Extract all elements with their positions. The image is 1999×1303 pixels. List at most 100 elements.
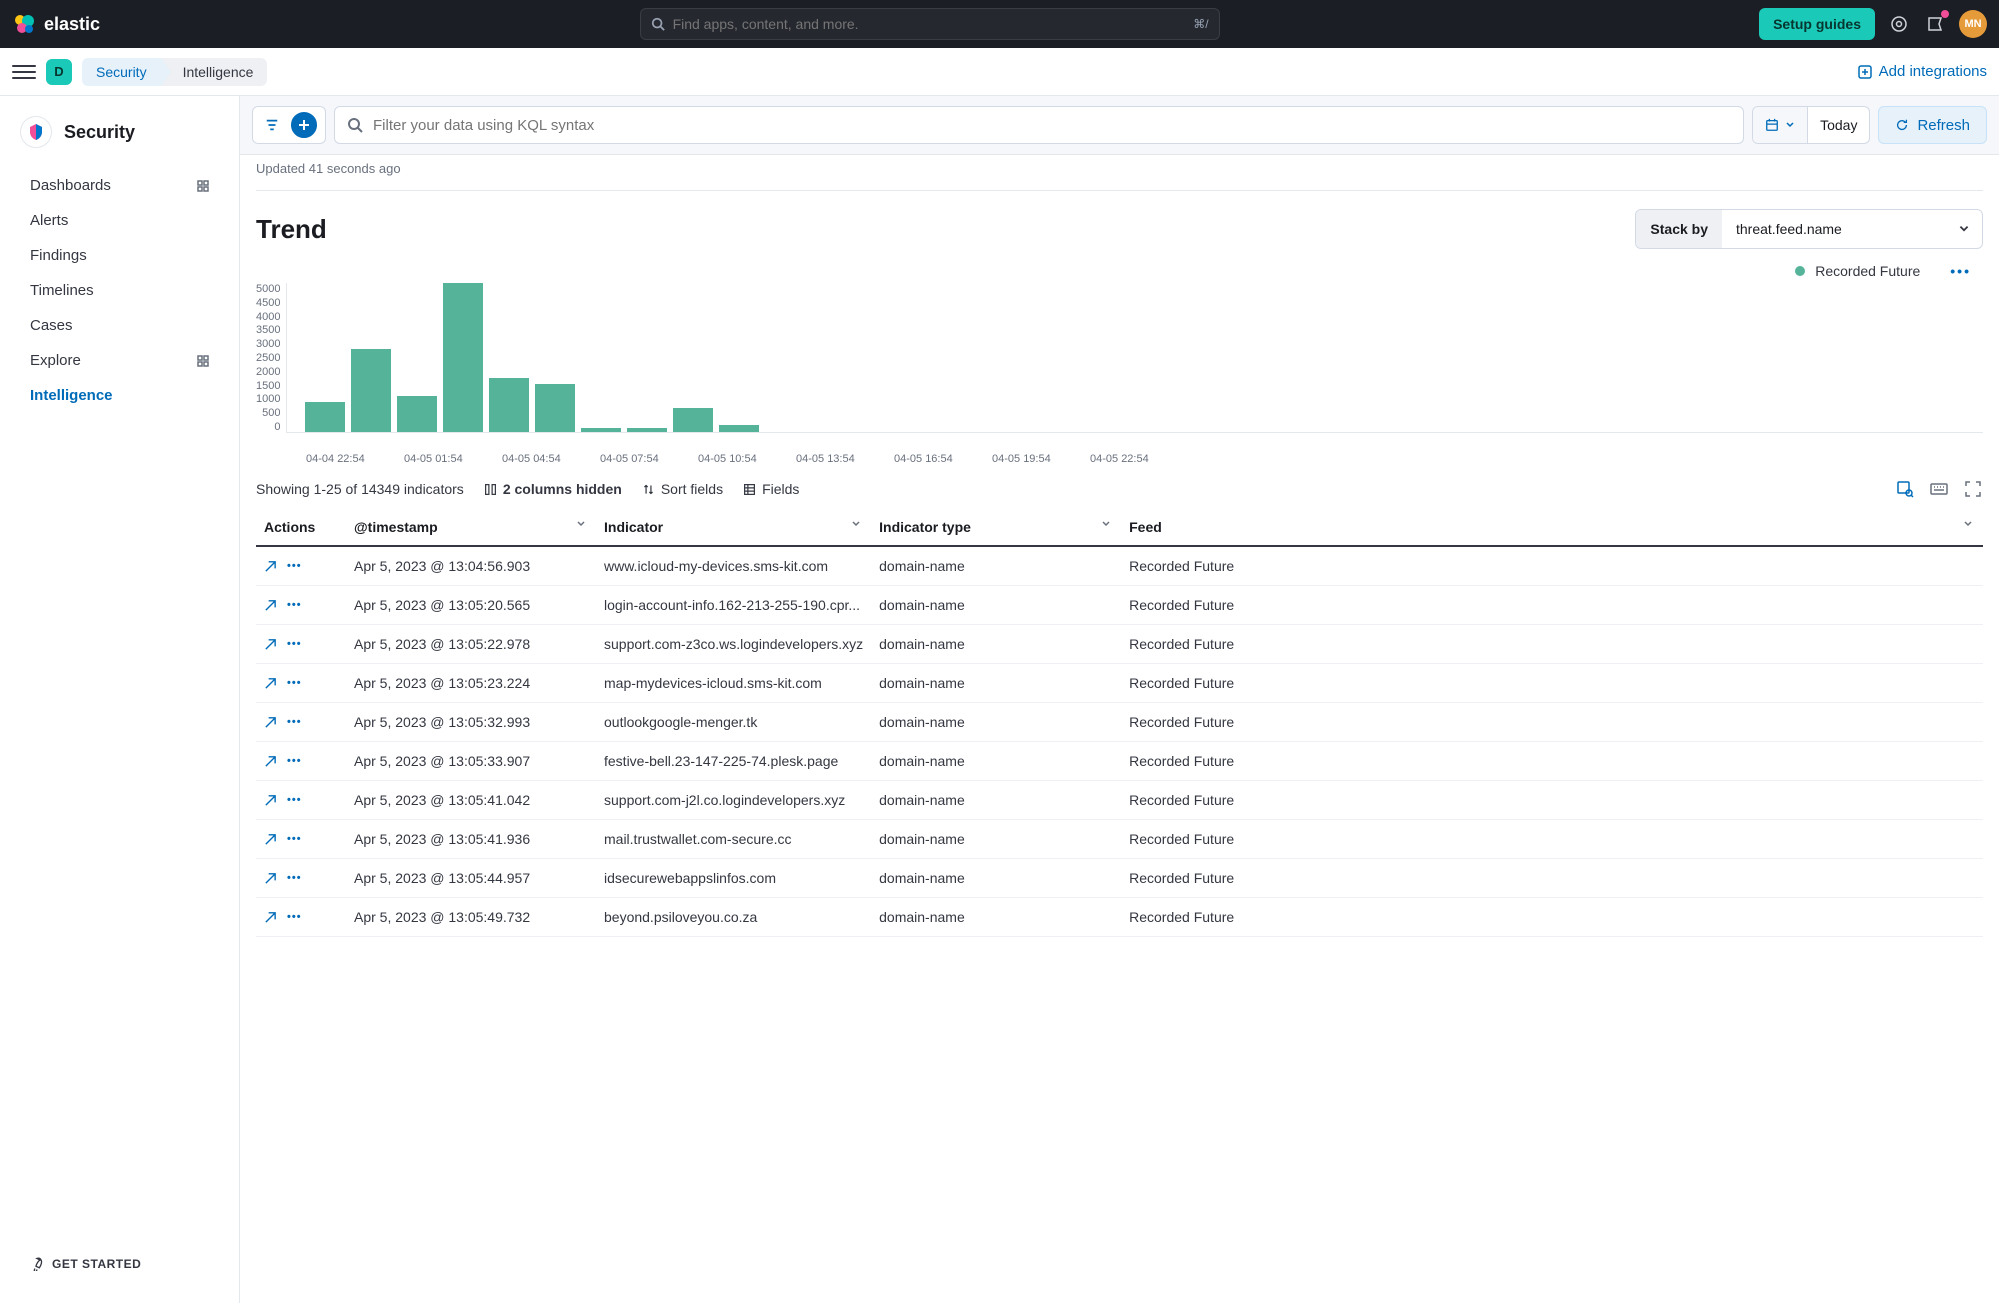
col-timestamp[interactable]: @timestamp xyxy=(346,509,596,546)
cell-feed: Recorded Future xyxy=(1121,664,1983,703)
x-tick: 04-05 10:54 xyxy=(698,453,796,465)
global-search[interactable]: ⌘/ xyxy=(640,8,1220,40)
chart-bar[interactable] xyxy=(719,425,759,432)
chart-bar[interactable] xyxy=(489,378,529,432)
expand-row-button[interactable] xyxy=(264,911,277,924)
nav-toggle-button[interactable] xyxy=(12,60,36,84)
cell-type: domain-name xyxy=(871,898,1121,937)
expand-row-button[interactable] xyxy=(264,872,277,885)
row-actions-button[interactable]: ••• xyxy=(287,833,302,845)
y-tick: 1000 xyxy=(256,393,280,405)
col-feed[interactable]: Feed xyxy=(1121,509,1983,546)
y-tick: 0 xyxy=(274,421,280,433)
expand-icon xyxy=(264,872,277,885)
row-actions-button[interactable]: ••• xyxy=(287,755,302,767)
row-actions-button[interactable]: ••• xyxy=(287,638,302,650)
news-icon[interactable] xyxy=(1923,12,1947,36)
col-indicator[interactable]: Indicator xyxy=(596,509,871,546)
chart-bar[interactable] xyxy=(627,428,667,432)
col-indicator-type[interactable]: Indicator type xyxy=(871,509,1121,546)
refresh-button[interactable]: Refresh xyxy=(1878,106,1987,144)
chart-bar[interactable] xyxy=(673,408,713,432)
y-tick: 3500 xyxy=(256,324,280,336)
rocket-icon xyxy=(30,1257,44,1271)
chart-bar[interactable] xyxy=(351,349,391,432)
sidebar-item-intelligence[interactable]: Intelligence xyxy=(0,378,239,413)
fields-button[interactable]: Fields xyxy=(743,481,799,497)
search-icon xyxy=(651,17,665,31)
get-started-button[interactable]: GET STARTED xyxy=(0,1245,239,1283)
help-icon[interactable] xyxy=(1887,12,1911,36)
chart-bar[interactable] xyxy=(535,384,575,432)
fullscreen-button[interactable] xyxy=(1963,479,1983,499)
chart-bar[interactable] xyxy=(305,402,345,432)
filter-options-button[interactable] xyxy=(257,106,287,144)
sidebar-item-findings[interactable]: Findings xyxy=(0,238,239,273)
keyboard-button[interactable] xyxy=(1929,479,1949,499)
stack-by-label: Stack by xyxy=(1636,210,1722,248)
y-tick: 2500 xyxy=(256,352,280,364)
columns-icon xyxy=(484,483,497,496)
date-picker[interactable]: Today xyxy=(1752,106,1870,144)
table-row: •••Apr 5, 2023 @ 13:05:41.042support.com… xyxy=(256,781,1983,820)
row-actions-button[interactable]: ••• xyxy=(287,677,302,689)
x-tick: 04-05 19:54 xyxy=(992,453,1090,465)
kql-input[interactable] xyxy=(373,117,1731,134)
setup-guides-button[interactable]: Setup guides xyxy=(1759,8,1875,40)
add-filter-button[interactable] xyxy=(291,112,317,138)
table-row: •••Apr 5, 2023 @ 13:05:32.993outlookgoog… xyxy=(256,703,1983,742)
sidebar-item-alerts[interactable]: Alerts xyxy=(0,203,239,238)
row-actions-button[interactable]: ••• xyxy=(287,872,302,884)
sidebar-item-explore[interactable]: Explore xyxy=(0,343,239,378)
expand-row-button[interactable] xyxy=(264,755,277,768)
kql-query-bar[interactable] xyxy=(334,106,1744,144)
search-icon xyxy=(347,117,363,133)
cell-feed: Recorded Future xyxy=(1121,546,1983,586)
chart-bar[interactable] xyxy=(443,283,483,432)
cell-indicator: map-mydevices-icloud.sms-kit.com xyxy=(596,664,871,703)
chevron-down-icon xyxy=(1785,120,1795,130)
expand-row-button[interactable] xyxy=(264,677,277,690)
cell-ts: Apr 5, 2023 @ 13:05:49.732 xyxy=(346,898,596,937)
chart-bar[interactable] xyxy=(581,428,621,432)
columns-hidden-button[interactable]: 2 columns hidden xyxy=(484,481,622,497)
notification-dot-icon xyxy=(1941,10,1949,18)
calendar-icon xyxy=(1765,118,1779,132)
expand-row-button[interactable] xyxy=(264,599,277,612)
date-picker-value: Today xyxy=(1807,107,1869,143)
chevron-down-icon xyxy=(851,519,861,529)
expand-row-button[interactable] xyxy=(264,794,277,807)
inspect-button[interactable] xyxy=(1895,479,1915,499)
global-search-input[interactable] xyxy=(673,16,1186,32)
space-badge[interactable]: D xyxy=(46,59,72,85)
stack-by-value: threat.feed.name xyxy=(1736,221,1842,237)
chart-bar[interactable] xyxy=(397,396,437,432)
row-actions-button[interactable]: ••• xyxy=(287,599,302,611)
breadcrumb-security[interactable]: Security xyxy=(82,58,161,86)
row-actions-button[interactable]: ••• xyxy=(287,911,302,923)
row-actions-button[interactable]: ••• xyxy=(287,560,302,572)
sort-fields-button[interactable]: Sort fields xyxy=(642,481,723,497)
stack-by-select[interactable]: Stack by threat.feed.name xyxy=(1635,209,1983,249)
sidebar-item-dashboards[interactable]: Dashboards xyxy=(0,168,239,203)
sidebar-item-timelines[interactable]: Timelines xyxy=(0,273,239,308)
row-actions-button[interactable]: ••• xyxy=(287,794,302,806)
expand-row-button[interactable] xyxy=(264,560,277,573)
row-actions-button[interactable]: ••• xyxy=(287,716,302,728)
col-actions: Actions xyxy=(256,509,346,546)
user-avatar[interactable]: MN xyxy=(1959,10,1987,38)
legend-menu-button[interactable]: ••• xyxy=(1950,263,1971,279)
chevron-down-icon xyxy=(1963,519,1973,529)
table-row: •••Apr 5, 2023 @ 13:05:22.978support.com… xyxy=(256,625,1983,664)
y-tick: 3000 xyxy=(256,338,280,350)
expand-row-button[interactable] xyxy=(264,638,277,651)
add-integrations-link[interactable]: Add integrations xyxy=(1857,63,1987,80)
y-tick: 500 xyxy=(262,407,280,419)
expand-row-button[interactable] xyxy=(264,716,277,729)
expand-icon xyxy=(264,638,277,651)
cell-ts: Apr 5, 2023 @ 13:05:32.993 xyxy=(346,703,596,742)
cell-type: domain-name xyxy=(871,625,1121,664)
elastic-logo[interactable]: elastic xyxy=(12,12,100,36)
sidebar-item-cases[interactable]: Cases xyxy=(0,308,239,343)
expand-row-button[interactable] xyxy=(264,833,277,846)
